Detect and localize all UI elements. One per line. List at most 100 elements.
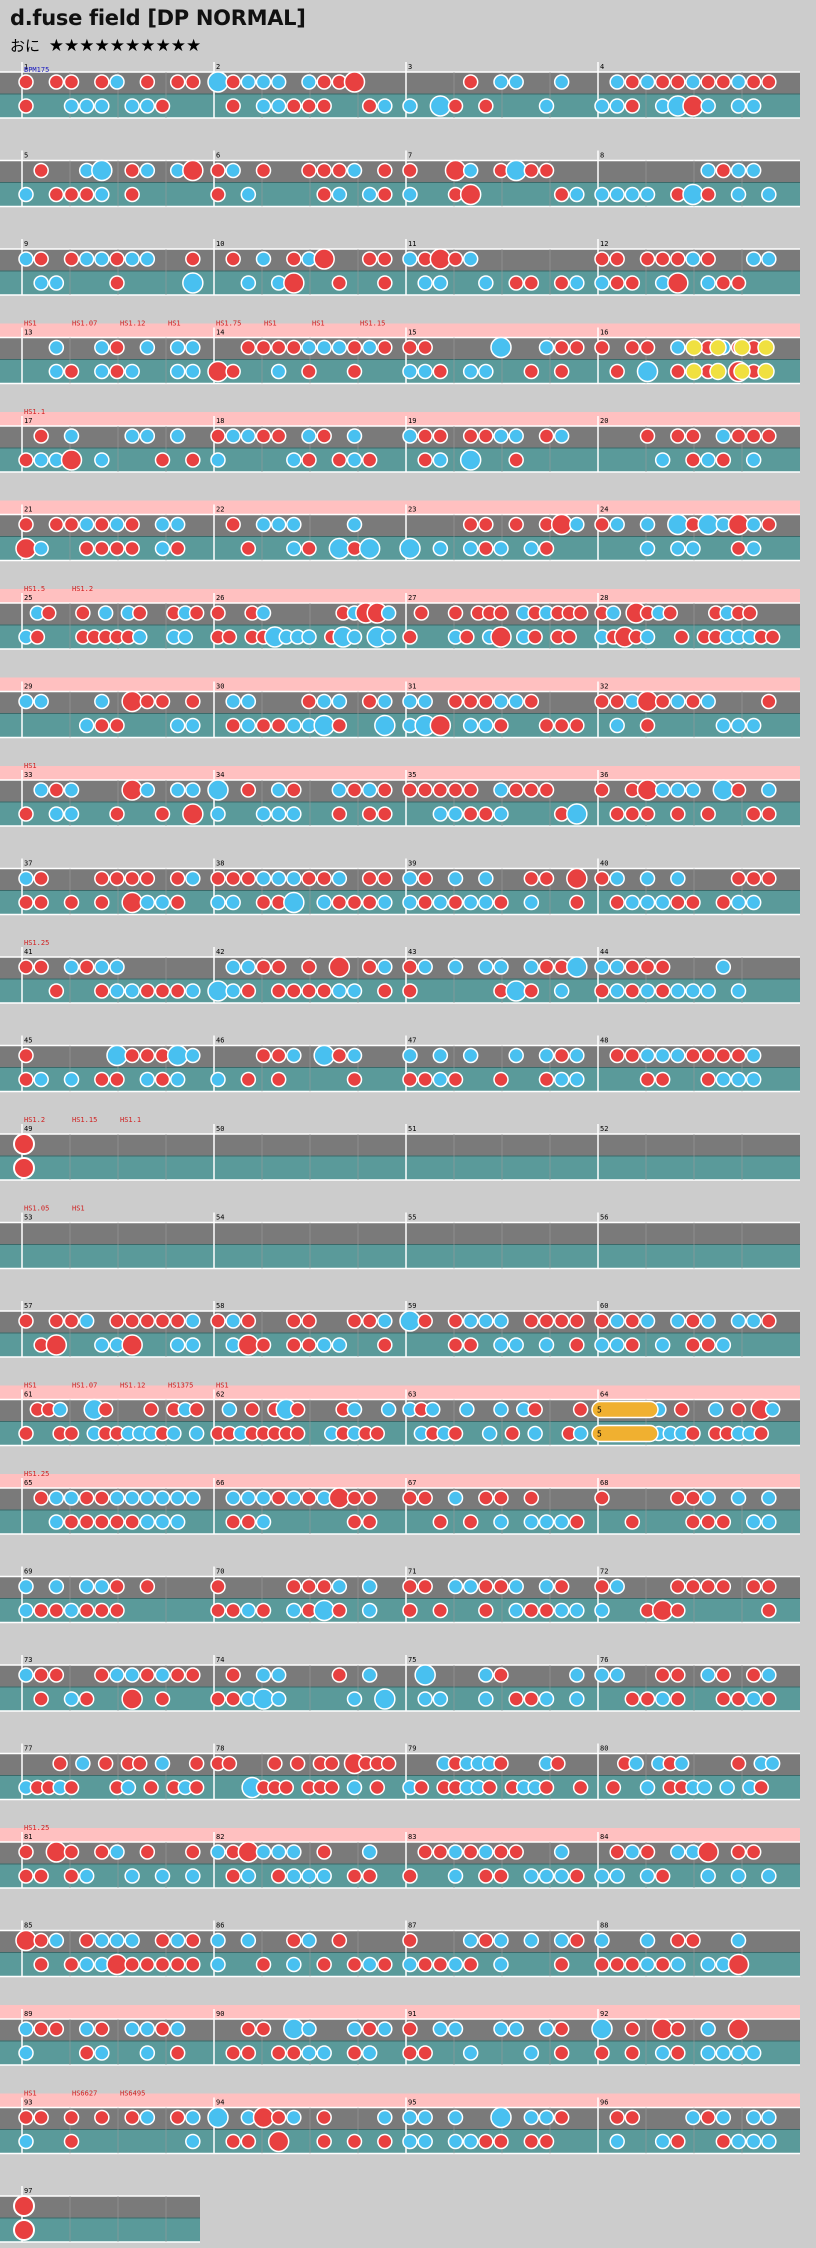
ka-note (594, 1337, 610, 1353)
don-note (188, 1401, 205, 1418)
ka-note (301, 2045, 317, 2061)
don-note (185, 1667, 201, 1683)
measure-number: 68 (600, 1479, 608, 1487)
ka-note (462, 251, 479, 267)
don-big-note (252, 2106, 275, 2129)
measure-number: 67 (408, 1479, 416, 1487)
ka-note (745, 1514, 762, 1530)
don-note (493, 1578, 509, 1595)
ka-big-note (166, 1044, 189, 1067)
don-note (493, 2133, 509, 2150)
ka-note (139, 98, 156, 114)
don-big-note (566, 867, 588, 890)
ka-note (185, 983, 201, 999)
hs-band (0, 1474, 800, 1488)
ka-note (270, 1844, 287, 1860)
don-note (432, 782, 449, 798)
don-note (109, 870, 125, 887)
ka-note (745, 162, 762, 179)
ka-note (139, 1490, 156, 1506)
ka-note (493, 1337, 509, 1353)
measure-number: 41 (24, 948, 32, 956)
don-note (402, 1602, 418, 1619)
don-note (124, 2109, 140, 2126)
ka-note (240, 1490, 257, 1506)
don-note (18, 959, 34, 975)
roll-note (757, 362, 775, 381)
ka-note (63, 428, 80, 444)
don-note (553, 717, 570, 734)
ka-note (185, 2109, 201, 2126)
ka-note (361, 186, 378, 203)
don-note (316, 2109, 332, 2126)
don-note (715, 1667, 732, 1683)
ka-note (109, 959, 125, 975)
measure-number: 60 (600, 1302, 608, 1310)
measure-number: 91 (408, 2010, 416, 2018)
ka-note (609, 870, 625, 887)
ka-note (761, 1868, 777, 1884)
measure-number: 73 (24, 1656, 32, 1664)
don-note (289, 1401, 306, 1418)
ka-note (361, 782, 378, 798)
don-note (289, 1755, 306, 1772)
don-note (730, 782, 747, 798)
ka-big-note (429, 95, 452, 117)
don-note (185, 74, 201, 90)
don-note (553, 2045, 570, 2061)
don-note (301, 363, 317, 380)
measure-number: 90 (216, 2010, 224, 2018)
ka-note (139, 251, 156, 267)
ka-note (447, 1578, 464, 1595)
don-note (63, 251, 80, 267)
lane-upper (0, 603, 800, 625)
ka-note (730, 717, 747, 734)
ka-note (462, 894, 479, 911)
don-note (402, 162, 418, 179)
ka-note (417, 2133, 433, 2150)
don-note (361, 693, 378, 710)
don-note (109, 1313, 125, 1329)
ka-note (417, 275, 433, 291)
ka-note (432, 806, 449, 822)
ka-note (78, 516, 95, 533)
don-note (286, 1578, 302, 1595)
don-big-note (121, 1688, 143, 1710)
ka-note (286, 2109, 302, 2126)
ka-note (169, 1490, 186, 1506)
ka-note (447, 2021, 464, 2037)
ka-note (361, 1956, 378, 1973)
don-note (169, 2045, 186, 2061)
hs-band (0, 2005, 800, 2019)
don-note (139, 74, 156, 90)
don-note (730, 1844, 747, 1860)
don-note (462, 782, 479, 798)
ka-big-note (207, 71, 229, 93)
don-note (478, 428, 494, 444)
ka-note (569, 1667, 585, 1683)
ka-note (594, 1667, 610, 1683)
ka-note (478, 959, 494, 975)
don-note (745, 428, 762, 444)
lane-lower (0, 1864, 800, 1888)
hs-label: HS1.07 (72, 320, 97, 328)
ka-note (493, 782, 509, 798)
don-note (742, 605, 758, 621)
don-note (553, 186, 570, 203)
don-note (377, 339, 393, 356)
ka-note (286, 540, 302, 557)
roll-note (709, 338, 727, 357)
measure-number: 51 (408, 1125, 416, 1133)
don-note (109, 339, 125, 356)
ka-note (715, 1337, 732, 1353)
hs-label: HS1.05 (24, 1205, 49, 1213)
don-note (462, 1844, 479, 1860)
ka-note (700, 693, 716, 710)
ka-note (94, 98, 110, 114)
don-note (94, 74, 110, 90)
ka-note (270, 516, 287, 533)
measure-number: 52 (600, 1125, 608, 1133)
don-note (78, 1691, 95, 1707)
ka-note (459, 1401, 475, 1418)
don-big-note (429, 248, 452, 270)
